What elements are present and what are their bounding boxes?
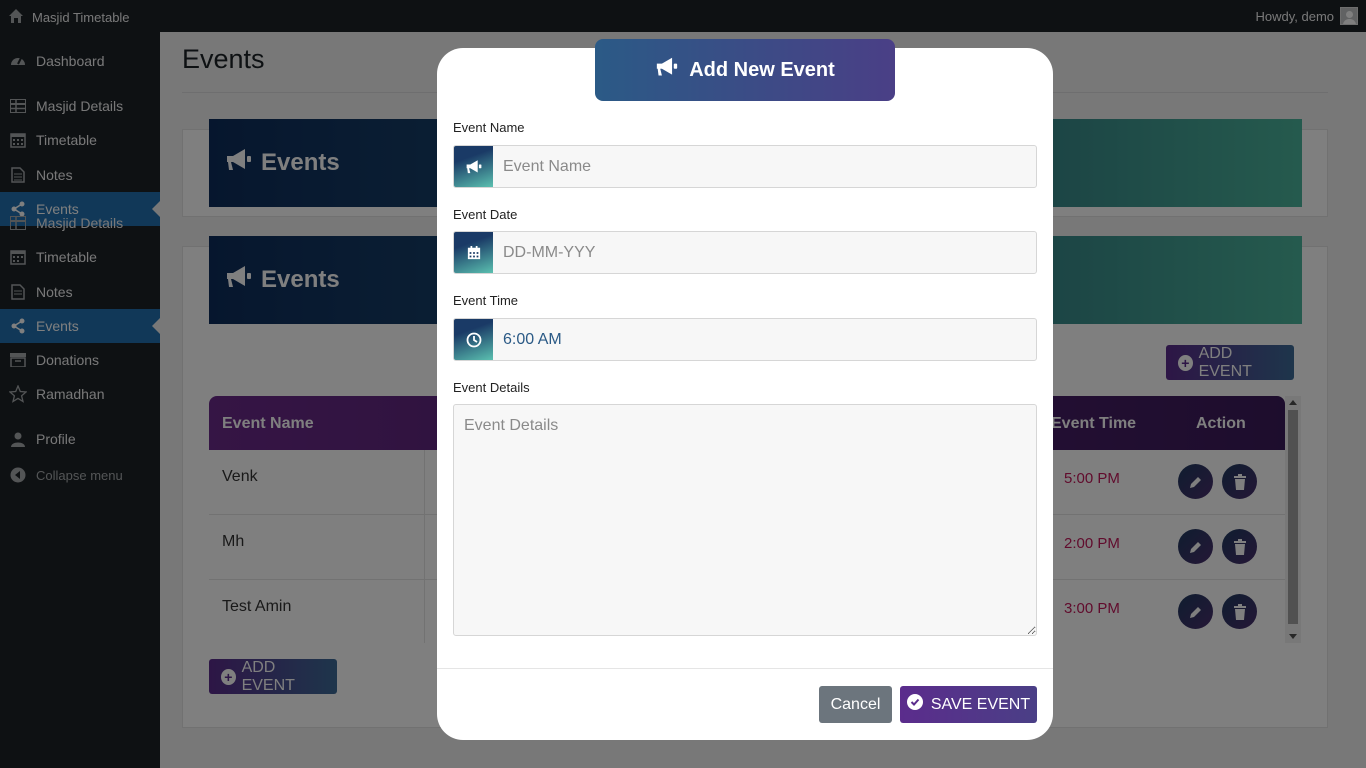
add-event-modal: Add New Event Event Name Event Date Even… [437,39,1053,740]
save-event-label: SAVE EVENT [930,695,1031,713]
event-date-group [453,231,1037,274]
megaphone-icon [454,146,493,187]
save-event-button[interactable]: SAVE EVENT [900,686,1037,723]
cancel-button[interactable]: Cancel [819,686,892,723]
modal-title: Add New Event [689,58,835,81]
clock-icon [454,319,493,360]
modal-footer-divider [437,668,1053,669]
event-name-group [453,145,1037,188]
event-name-input[interactable] [493,146,1036,187]
event-details-textarea[interactable] [453,404,1037,636]
event-date-label: Event Date [453,207,518,222]
calendar-icon [454,232,493,273]
event-details-label: Event Details [453,380,530,395]
event-time-label: Event Time [453,293,519,308]
event-date-input[interactable] [493,232,1036,273]
megaphone-icon [655,56,679,84]
check-circle-icon [906,694,923,715]
event-time-input[interactable] [493,319,1036,360]
event-name-label: Event Name [453,120,525,135]
modal-header: Add New Event [595,39,895,101]
event-time-group [453,318,1037,361]
